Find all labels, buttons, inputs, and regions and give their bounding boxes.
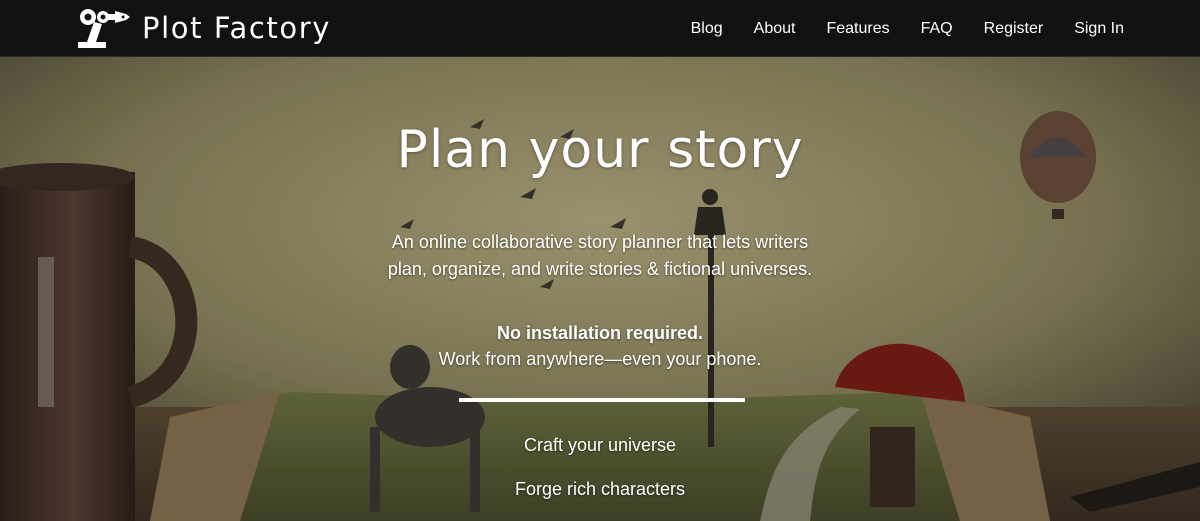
hero-section: Plan your story An online collaborative … (0, 57, 1200, 521)
hero-no-install-text: No installation required. (496, 323, 704, 343)
nav-link-register[interactable]: Register (984, 20, 1044, 38)
hero-divider (459, 398, 745, 402)
top-navbar: Plot Factory Blog About Features FAQ Reg… (0, 0, 1200, 57)
brand-home-link[interactable]: Plot Factory (76, 6, 331, 50)
feature-forge-characters: Forge rich characters (514, 479, 686, 499)
robot-arm-pen-logo (78, 9, 130, 48)
hero-tagline: An online collaborative story planner th… (387, 232, 813, 279)
hero-title: Plan your story (396, 120, 804, 180)
feature-craft-universe: Craft your universe (523, 435, 677, 455)
nav-link-sign-in[interactable]: Sign In (1074, 20, 1124, 38)
nav-link-faq[interactable]: FAQ (921, 20, 953, 38)
nav-link-about[interactable]: About (754, 20, 796, 38)
hero-work-anywhere-text: Work from anywhere—even your phone. (438, 349, 762, 369)
brand-name: Plot Factory (142, 11, 332, 45)
main-nav: Blog About Features FAQ Register Sign In (660, 0, 1124, 57)
hero-content: Plan your story An online collaborative … (0, 57, 1200, 521)
nav-link-blog[interactable]: Blog (691, 20, 723, 38)
nav-link-features[interactable]: Features (826, 20, 889, 38)
